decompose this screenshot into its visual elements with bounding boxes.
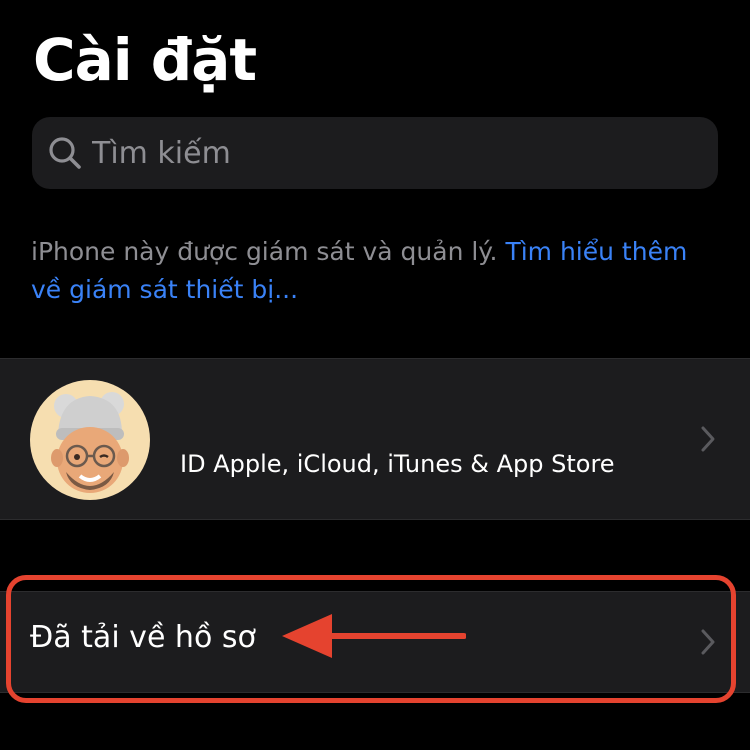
downloaded-profile-label: Đã tải về hồ sơ [30, 620, 256, 655]
chevron-right-icon [700, 425, 716, 453]
supervision-notice: iPhone này được giám sát và quản lý. Tìm… [31, 233, 721, 309]
downloaded-profile-row[interactable]: Đã tải về hồ sơ [0, 591, 750, 693]
search-bar[interactable] [32, 117, 718, 189]
apple-id-row[interactable]: ID Apple, iCloud, iTunes & App Store [0, 358, 750, 520]
chevron-right-icon [700, 628, 716, 656]
search-icon [46, 134, 84, 172]
memoji-avatar [30, 380, 150, 500]
supervision-notice-text: iPhone này được giám sát và quản lý. [31, 237, 506, 266]
search-input[interactable] [92, 117, 692, 189]
page-title: Cài đặt [33, 26, 257, 94]
settings-screen: Cài đặt iPhone này được giám sát và quản… [0, 0, 750, 750]
apple-id-label: ID Apple, iCloud, iTunes & App Store [180, 450, 615, 478]
